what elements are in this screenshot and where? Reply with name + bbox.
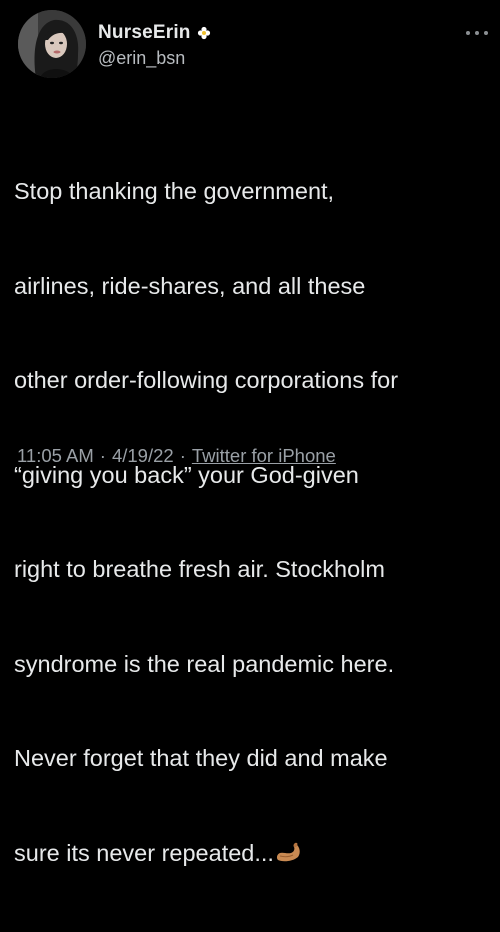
- flower-icon: [197, 26, 210, 40]
- tweet-line: Never forget that they did and make: [14, 745, 388, 771]
- tweet-line: right to breathe fresh air. Stockholm: [14, 556, 385, 582]
- tweet-line: airlines, ride-shares, and all these: [14, 272, 366, 299]
- tweet-meta: 11:05 AM · 4/19/22 · Twitter for iPhone: [17, 445, 336, 467]
- tweet-line-last: sure its never repeated...: [14, 838, 492, 870]
- tweet-date[interactable]: 4/19/22: [112, 445, 174, 467]
- display-name[interactable]: NurseErin: [98, 22, 191, 44]
- tweet-card: NurseErin @erin_bsn Stop thanking the go…: [0, 0, 500, 866]
- tweet-source-link[interactable]: Twitter for iPhone: [192, 445, 336, 467]
- flexed-biceps-icon: [276, 842, 300, 861]
- tweet-line: Stop thanking the government,: [14, 178, 335, 204]
- profile-photo-icon: [18, 10, 86, 78]
- more-dot-icon: [466, 31, 470, 35]
- tweet-header: NurseErin @erin_bsn: [18, 10, 488, 80]
- more-dot-icon: [484, 31, 488, 35]
- display-name-row: NurseErin: [98, 22, 211, 44]
- meta-separator: ·: [179, 445, 186, 466]
- more-dot-icon: [475, 31, 479, 35]
- tweet-time[interactable]: 11:05 AM: [17, 445, 94, 467]
- more-options-button[interactable]: [466, 28, 488, 38]
- avatar[interactable]: [18, 10, 86, 78]
- tweet-text: Stop thanking the government, airlines, …: [14, 113, 492, 932]
- meta-separator: ·: [99, 445, 106, 466]
- user-names: NurseErin @erin_bsn: [98, 22, 211, 69]
- tweet-line: other order-following corporations for: [14, 367, 399, 393]
- tweet-line: syndrome is the real pandemic here.: [14, 650, 395, 677]
- user-handle[interactable]: @erin_bsn: [98, 48, 211, 69]
- tweet-line: sure its never repeated...: [14, 839, 274, 866]
